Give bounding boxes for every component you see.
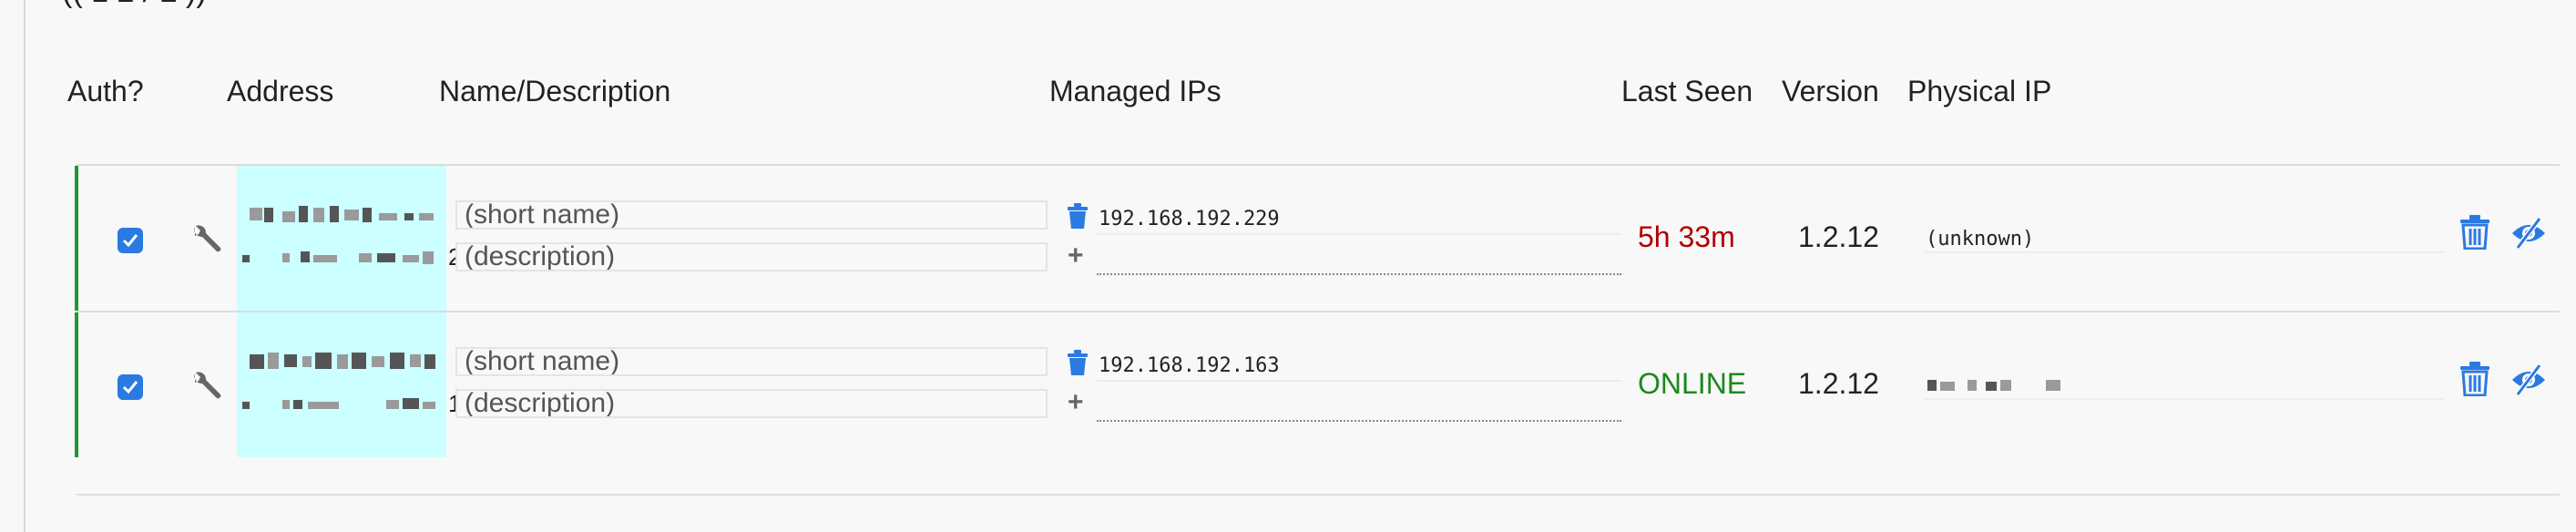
- physical-ip-underline: [1924, 251, 2445, 253]
- version: 1.2.12: [1798, 220, 1879, 253]
- ip-underline: [1097, 233, 1621, 235]
- authorize-checkbox[interactable]: [118, 374, 143, 400]
- checkmark-icon: [122, 381, 138, 394]
- description-input[interactable]: [455, 389, 1048, 418]
- description-input[interactable]: [455, 242, 1048, 271]
- header-last-seen: Last Seen: [1621, 75, 1753, 107]
- member-count: (( 1 2 / 2 )): [62, 0, 207, 10]
- header-physical-ip: Physical IP: [1907, 75, 2052, 107]
- hide-member-eye-slash-icon[interactable]: [2510, 363, 2547, 396]
- last-seen: 5h 33m: [1638, 220, 1735, 253]
- hide-member-eye-slash-icon[interactable]: [2510, 217, 2547, 250]
- physical-ip-redacted: [1927, 380, 2082, 393]
- members-panel: (( 1 2 / 2 )) Auth? Address Name/Descrip…: [24, 0, 2576, 532]
- checkmark-icon: [122, 234, 138, 248]
- header-auth: Auth?: [67, 75, 144, 107]
- row-status-bar: [75, 166, 78, 311]
- divider: [77, 494, 2560, 496]
- delete-member-trash-icon[interactable]: [2459, 362, 2490, 396]
- wrench-icon[interactable]: [189, 223, 222, 256]
- member-address: [237, 312, 446, 457]
- row-status-bar: [75, 312, 78, 457]
- remove-ip-trash-icon[interactable]: [1066, 202, 1089, 230]
- header-managed-ips: Managed IPs: [1049, 75, 1222, 107]
- physical-ip-underline: [1924, 398, 2445, 400]
- new-ip-input[interactable]: [1097, 420, 1621, 422]
- member-row: 1 192.168.192.163 + ONLINE 1.2.12: [75, 312, 2560, 457]
- delete-member-trash-icon[interactable]: [2459, 215, 2490, 250]
- header-version: Version: [1782, 75, 1879, 107]
- physical-ip: (unknown): [1926, 228, 2035, 251]
- new-ip-input[interactable]: [1097, 273, 1621, 275]
- short-name-input[interactable]: [455, 200, 1048, 230]
- member-row: 2 192.168.192.229 + 5h 33m 1.2.12 (unkno…: [75, 166, 2560, 311]
- add-ip-plus-icon[interactable]: +: [1068, 387, 1084, 418]
- short-name-input[interactable]: [455, 347, 1048, 376]
- version: 1.2.12: [1798, 367, 1879, 400]
- authorize-checkbox[interactable]: [118, 228, 143, 253]
- managed-ip: 192.168.192.163: [1099, 354, 1280, 377]
- add-ip-plus-icon[interactable]: +: [1068, 240, 1084, 271]
- header-address: Address: [227, 75, 334, 107]
- managed-ip: 192.168.192.229: [1099, 208, 1280, 230]
- member-address: [237, 166, 446, 311]
- remove-ip-trash-icon[interactable]: [1066, 349, 1089, 376]
- header-name-description: Name/Description: [439, 75, 671, 107]
- ip-underline: [1097, 380, 1621, 382]
- wrench-icon[interactable]: [189, 370, 222, 403]
- last-seen: ONLINE: [1638, 367, 1747, 400]
